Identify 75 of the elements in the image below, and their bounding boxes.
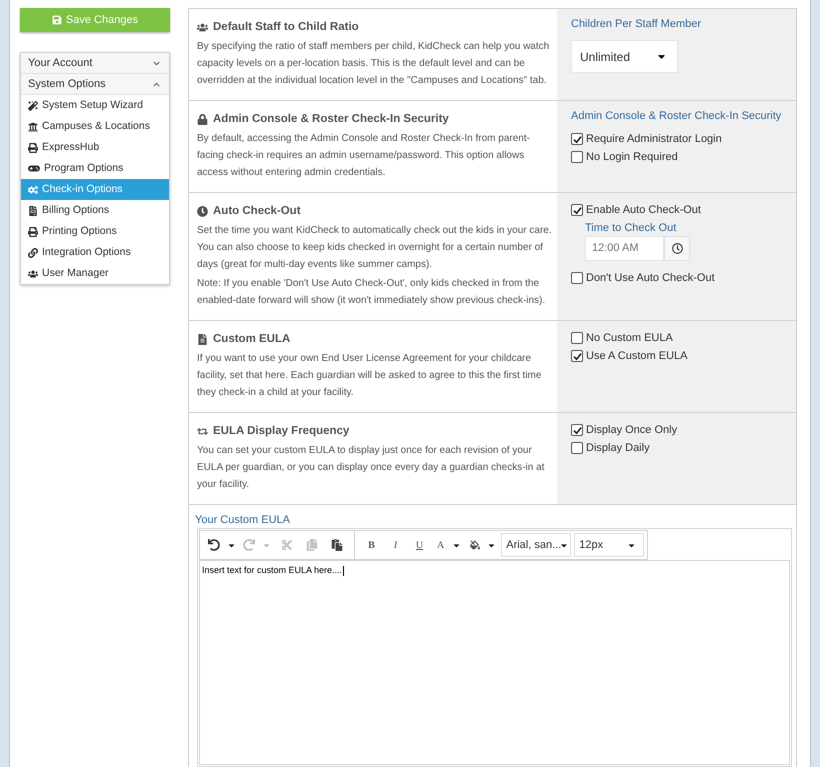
users-icon [28,268,38,278]
checkbox-label[interactable]: Enable Auto Check-Out [586,202,701,218]
printer-icon [28,226,38,236]
checkbox[interactable] [571,424,583,436]
checkbox[interactable] [571,272,583,284]
document-icon [197,334,208,345]
paint-bucket-icon [470,540,480,550]
sidebar-item[interactable]: Program Options [21,158,169,179]
checkbox-label[interactable]: Don't Use Auto Check-Out [586,270,715,286]
setting-heading: Admin Console & Roster Check-In Security [571,109,782,123]
checkbox-label[interactable]: Use A Custom EULA [586,348,688,364]
chevron-up-icon [153,80,160,88]
italic-button[interactable]: I [385,534,406,556]
printer-icon [28,142,38,152]
checkbox[interactable] [571,442,583,454]
font-size-select[interactable]: 12px [574,533,644,557]
checkbox[interactable] [571,332,583,344]
section-description: If you want to use your own End User License Agreement for your childcare facility, set that here. Each guardian will be asked to agree to this the first time they check-in a child at your facility. [197,352,542,400]
checkbox[interactable] [571,350,583,362]
invoice-icon [28,206,38,216]
setting-heading: Children Per Staff Member [571,17,702,31]
chevron-down-icon [153,60,160,66]
sidebar-item[interactable]: ExpressHub [21,137,169,158]
clock-icon [197,206,208,217]
text-cursor-icon [343,566,344,576]
clipboard-icon [331,539,343,551]
font-color-button[interactable]: A [433,534,464,556]
section-title: Auto Check-Out [213,204,301,219]
section-note: Note: If you enable 'Don't Use Auto Check-Out', only kids checked in from the enabled-date forward will show (it won't immediately show previous check-ins). [197,277,546,308]
section-description: By default, accessing the Admin Console and Roster Check-In from parent-facing check-in requires an admin username/password. This option allows access without entering admin credentials. [197,132,531,180]
lock-icon [197,114,208,125]
section-title: Custom EULA [213,332,290,347]
users-icon [197,22,208,33]
checkbox-label[interactable]: Display Once Only [586,422,678,438]
link-icon [28,248,38,258]
time-label: Time to Check Out [585,221,678,235]
gamepad-icon [28,165,40,172]
clock-icon [672,243,682,254]
magic-wand-icon [28,100,38,110]
section-title: Admin Console & Roster Check-In Security [213,112,449,127]
dropdown-select[interactable]: Unlimited [571,40,678,73]
sidebar-item[interactable]: Printing Options [21,221,169,242]
bank-icon [28,122,38,132]
gears-icon [28,184,38,194]
copy-icon [306,539,318,551]
scissors-icon [281,539,293,551]
bold-button[interactable]: B [361,534,382,556]
redo-icon [243,539,255,551]
sidebar-item[interactable]: System Setup Wizard [21,95,169,116]
section-description: You can set your custom EULA to display just once for each revision of your EULA per guardian, or you can display once every day a guardian checks-in at your facility. [197,444,546,492]
checkbox[interactable] [571,204,583,216]
menu-group-header[interactable]: Your Account [21,53,169,74]
checkbox-label[interactable]: No Custom EULA [586,330,673,346]
section-title: Default Staff to Child Ratio [213,20,359,35]
checkbox[interactable] [571,133,583,145]
section-title: EULA Display Frequency [213,424,350,439]
sidebar-item[interactable]: Campuses & Locations [21,116,169,137]
underline-button[interactable]: U [409,534,430,556]
sidebar-item[interactable]: User Manager [21,263,169,284]
repeat-icon [197,426,208,437]
menu-group-header[interactable]: System Options [21,74,169,95]
sidebar-item[interactable]: Integration Options [21,242,169,263]
checkbox[interactable] [571,151,583,163]
undo-icon [208,539,220,551]
checkbox-label[interactable]: Require Administrator Login [586,130,722,148]
eula-text-field[interactable]: Insert text for custom EULA here.... [199,560,790,765]
checkbox-label[interactable]: No Login Required [586,148,678,166]
section-description: Set the time you want KidCheck to automatically check out the kids in your care. You can also choose to keep kids checked in overnight for a certain number of days (great for multi-day events like summer camps). [197,224,553,272]
font-family-select[interactable]: Arial, san... [501,533,572,557]
time-field[interactable]: 12:00 AM [585,236,664,261]
checkbox-label[interactable]: Display Daily [586,440,650,456]
section-description: By specifying the ratio of staff members per child, KidCheck can help you watch capacity levels on a per-location basis. This is the default level and can be overridden at the individual location level in the "Campuses and Locations" tab. [197,40,550,88]
sidebar-item[interactable]: Billing Options [21,200,169,221]
editor-label: Your Custom EULA [195,513,291,527]
clock-button[interactable] [664,236,690,261]
